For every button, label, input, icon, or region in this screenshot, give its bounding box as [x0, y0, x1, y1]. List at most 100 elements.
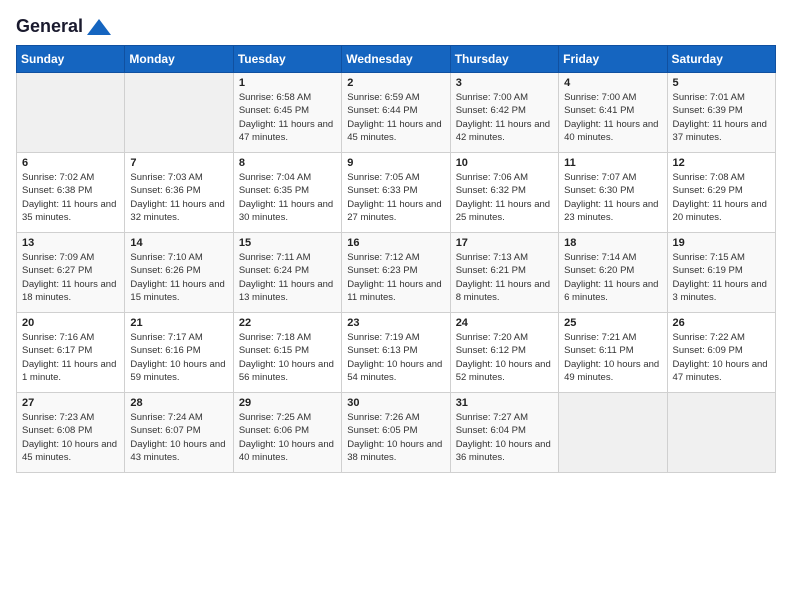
day-number: 21: [130, 317, 227, 329]
calendar-cell: [125, 73, 233, 153]
weekday-header-friday: Friday: [559, 46, 667, 73]
day-number: 25: [564, 317, 661, 329]
weekday-header-saturday: Saturday: [667, 46, 775, 73]
weekday-header-thursday: Thursday: [450, 46, 558, 73]
calendar-cell: 4Sunrise: 7:00 AMSunset: 6:41 PMDaylight…: [559, 73, 667, 153]
day-detail: Sunrise: 7:19 AMSunset: 6:13 PMDaylight:…: [347, 331, 444, 384]
calendar-cell: 5 Sunrise: 7:01 AMSunset: 6:39 PMDaylight…: [667, 73, 775, 153]
day-detail: Sunrise: 7:20 AMSunset: 6:12 PMDaylight:…: [456, 331, 553, 384]
day-number: 12: [673, 157, 770, 169]
calendar-cell: 19 Sunrise: 7:15 AMSunset: 6:19 PMDayligh…: [667, 233, 775, 313]
day-detail: Sunrise: 7:24 AMSunset: 6:07 PMDaylight:…: [130, 411, 227, 464]
day-detail: Sunrise: 7:18 AMSunset: 6:15 PMDaylight:…: [239, 331, 336, 384]
logo-general: General: [16, 16, 83, 37]
calendar-cell: 11Sunrise: 7:07 AMSunset: 6:30 PMDayligh…: [559, 153, 667, 233]
calendar-cell: 7 Sunrise: 7:03 AMSunset: 6:36 PMDaylight…: [125, 153, 233, 233]
calendar-cell: 8 Sunrise: 7:04 AMSunset: 6:35 PMDaylight…: [233, 153, 341, 233]
calendar-cell: 31 Sunrise: 7:27 AMSunset: 6:04 PMDayligh…: [450, 393, 558, 473]
calendar-cell: 17 Sunrise: 7:13 AMSunset: 6:21 PMDayligh…: [450, 233, 558, 313]
day-detail: Sunrise: 7:15 AMSunset: 6:19 PMDaylight:…: [673, 251, 770, 304]
day-number: 13: [22, 237, 119, 249]
day-detail: Sunrise: 6:59 AMSunset: 6:44 PMDaylight:…: [347, 91, 444, 144]
calendar-cell: 29Sunrise: 7:25 AMSunset: 6:06 PMDayligh…: [233, 393, 341, 473]
day-detail: Sunrise: 7:21 AMSunset: 6:11 PMDaylight:…: [564, 331, 661, 384]
day-detail: Sunrise: 7:13 AMSunset: 6:21 PMDaylight:…: [456, 251, 553, 304]
day-detail: Sunrise: 7:02 AMSunset: 6:38 PMDaylight:…: [22, 171, 119, 224]
day-number: 2: [347, 77, 444, 89]
day-number: 16: [347, 237, 444, 249]
day-number: 28: [130, 397, 227, 409]
day-detail: Sunrise: 7:22 AMSunset: 6:09 PMDaylight:…: [673, 331, 770, 384]
calendar-cell: 13 Sunrise: 7:09 AMSunset: 6:27 PMDayligh…: [17, 233, 125, 313]
day-number: 31: [456, 397, 553, 409]
day-number: 9: [347, 157, 444, 169]
logo-icon: [85, 17, 113, 37]
calendar-cell: 23 Sunrise: 7:19 AMSunset: 6:13 PMDayligh…: [342, 313, 450, 393]
day-detail: Sunrise: 7:06 AMSunset: 6:32 PMDaylight:…: [456, 171, 553, 224]
calendar-cell: 10 Sunrise: 7:06 AMSunset: 6:32 PMDayligh…: [450, 153, 558, 233]
page-header: General: [16, 16, 776, 33]
day-number: 19: [673, 237, 770, 249]
calendar-cell: 18 Sunrise: 7:14 AMSunset: 6:20 PMDayligh…: [559, 233, 667, 313]
day-number: 6: [22, 157, 119, 169]
calendar-cell: 12 Sunrise: 7:08 AMSunset: 6:29 PMDayligh…: [667, 153, 775, 233]
day-detail: Sunrise: 7:23 AMSunset: 6:08 PMDaylight:…: [22, 411, 119, 464]
calendar-cell: 9 Sunrise: 7:05 AMSunset: 6:33 PMDaylight…: [342, 153, 450, 233]
calendar-week-1: 1 Sunrise: 6:58 AMSunset: 6:45 PMDaylight…: [17, 73, 776, 153]
day-detail: Sunrise: 7:05 AMSunset: 6:33 PMDaylight:…: [347, 171, 444, 224]
calendar-cell: 22 Sunrise: 7:18 AMSunset: 6:15 PMDayligh…: [233, 313, 341, 393]
day-detail: Sunrise: 7:12 AMSunset: 6:23 PMDaylight:…: [347, 251, 444, 304]
calendar-cell: 2 Sunrise: 6:59 AMSunset: 6:44 PMDaylight…: [342, 73, 450, 153]
day-detail: Sunrise: 7:01 AMSunset: 6:39 PMDaylight:…: [673, 91, 770, 144]
day-detail: Sunrise: 7:03 AMSunset: 6:36 PMDaylight:…: [130, 171, 227, 224]
day-detail: Sunrise: 7:09 AMSunset: 6:27 PMDaylight:…: [22, 251, 119, 304]
day-detail: Sunrise: 7:00 AMSunset: 6:41 PMDaylight:…: [564, 91, 661, 144]
calendar-cell: 21 Sunrise: 7:17 AMSunset: 6:16 PMDayligh…: [125, 313, 233, 393]
day-detail: Sunrise: 7:26 AMSunset: 6:05 PMDaylight:…: [347, 411, 444, 464]
calendar-week-4: 20Sunrise: 7:16 AMSunset: 6:17 PMDayligh…: [17, 313, 776, 393]
calendar-cell: [17, 73, 125, 153]
day-number: 3: [456, 77, 553, 89]
day-detail: Sunrise: 7:27 AMSunset: 6:04 PMDaylight:…: [456, 411, 553, 464]
day-detail: Sunrise: 7:08 AMSunset: 6:29 PMDaylight:…: [673, 171, 770, 224]
day-number: 27: [22, 397, 119, 409]
calendar-cell: 28 Sunrise: 7:24 AMSunset: 6:07 PMDayligh…: [125, 393, 233, 473]
day-number: 30: [347, 397, 444, 409]
day-number: 10: [456, 157, 553, 169]
weekday-header-tuesday: Tuesday: [233, 46, 341, 73]
calendar-week-2: 6 Sunrise: 7:02 AMSunset: 6:38 PMDaylight…: [17, 153, 776, 233]
calendar-table: SundayMondayTuesdayWednesdayThursdayFrid…: [16, 45, 776, 473]
day-detail: Sunrise: 7:14 AMSunset: 6:20 PMDaylight:…: [564, 251, 661, 304]
day-number: 1: [239, 77, 336, 89]
day-number: 7: [130, 157, 227, 169]
calendar-cell: 14Sunrise: 7:10 AMSunset: 6:26 PMDayligh…: [125, 233, 233, 313]
day-number: 5: [673, 77, 770, 89]
day-detail: Sunrise: 6:58 AMSunset: 6:45 PMDaylight:…: [239, 91, 336, 144]
day-detail: Sunrise: 7:00 AMSunset: 6:42 PMDaylight:…: [456, 91, 553, 144]
day-number: 29: [239, 397, 336, 409]
day-number: 11: [564, 157, 661, 169]
day-number: 8: [239, 157, 336, 169]
day-detail: Sunrise: 7:17 AMSunset: 6:16 PMDaylight:…: [130, 331, 227, 384]
calendar-cell: 25 Sunrise: 7:21 AMSunset: 6:11 PMDayligh…: [559, 313, 667, 393]
day-detail: Sunrise: 7:04 AMSunset: 6:35 PMDaylight:…: [239, 171, 336, 224]
calendar-cell: [559, 393, 667, 473]
calendar-cell: 30 Sunrise: 7:26 AMSunset: 6:05 PMDayligh…: [342, 393, 450, 473]
day-number: 26: [673, 317, 770, 329]
calendar-week-5: 27 Sunrise: 7:23 AMSunset: 6:08 PMDayligh…: [17, 393, 776, 473]
day-number: 18: [564, 237, 661, 249]
calendar-cell: 20Sunrise: 7:16 AMSunset: 6:17 PMDayligh…: [17, 313, 125, 393]
day-number: 17: [456, 237, 553, 249]
calendar-cell: 15 Sunrise: 7:11 AMSunset: 6:24 PMDayligh…: [233, 233, 341, 313]
day-number: 23: [347, 317, 444, 329]
day-detail: Sunrise: 7:16 AMSunset: 6:17 PMDaylight:…: [22, 331, 119, 384]
day-number: 15: [239, 237, 336, 249]
calendar-cell: 16 Sunrise: 7:12 AMSunset: 6:23 PMDayligh…: [342, 233, 450, 313]
day-number: 22: [239, 317, 336, 329]
calendar-week-3: 13 Sunrise: 7:09 AMSunset: 6:27 PMDayligh…: [17, 233, 776, 313]
logo: General: [16, 16, 113, 33]
weekday-header-sunday: Sunday: [17, 46, 125, 73]
weekday-header-wednesday: Wednesday: [342, 46, 450, 73]
calendar-cell: 1 Sunrise: 6:58 AMSunset: 6:45 PMDaylight…: [233, 73, 341, 153]
day-detail: Sunrise: 7:11 AMSunset: 6:24 PMDaylight:…: [239, 251, 336, 304]
